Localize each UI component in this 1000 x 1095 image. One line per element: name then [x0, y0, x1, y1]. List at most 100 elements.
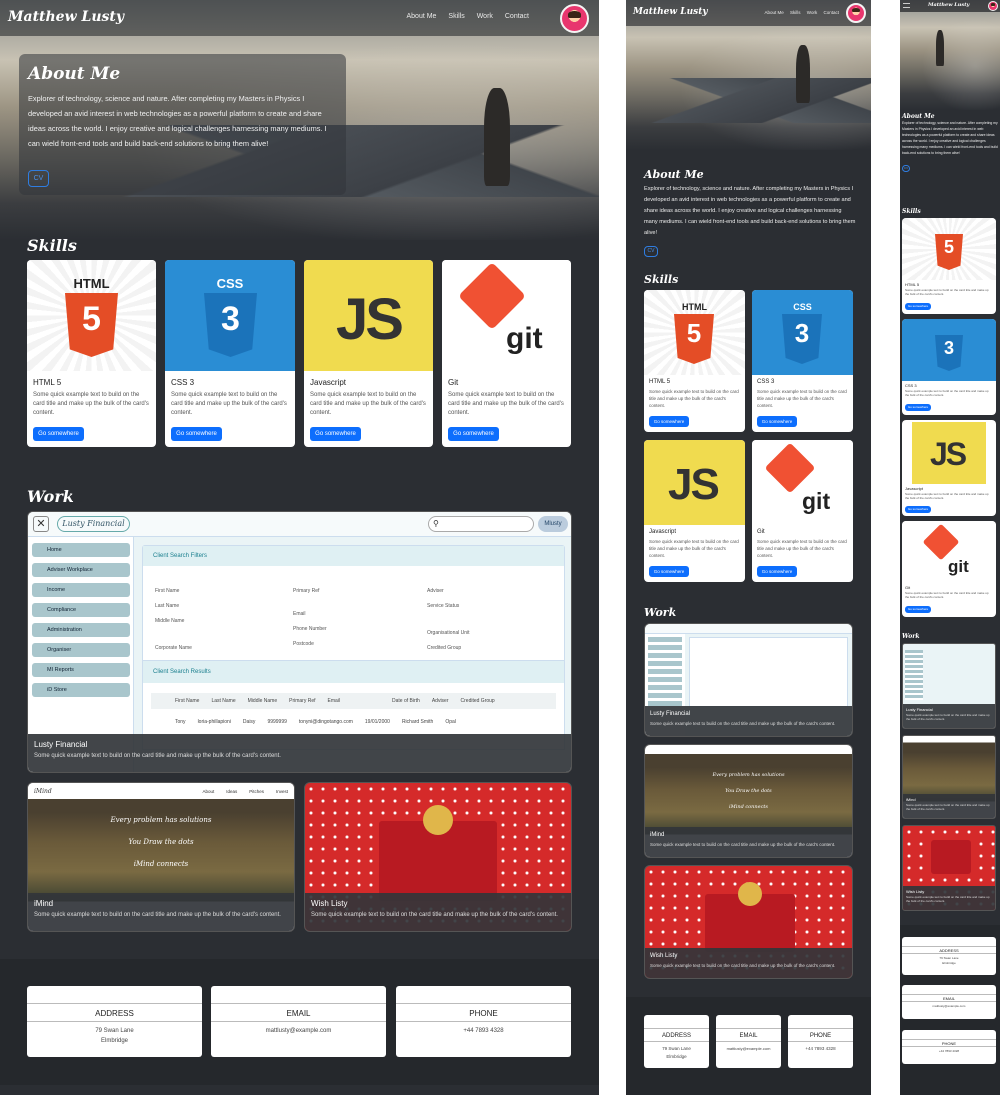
hero-image	[900, 0, 1000, 110]
work-card-text: Some quick example text to build on the …	[650, 721, 836, 726]
mobile-preview: Matthew Lusty About Me Explorer of techn…	[900, 0, 1000, 1095]
go-somewhere-button[interactable]: Go somewhere	[905, 404, 931, 411]
skill-card-text: Some quick example text to build on the …	[905, 591, 989, 599]
nav-about[interactable]: About Me	[406, 13, 436, 20]
lusty-topbar	[645, 624, 852, 634]
skill-card-title: HTML 5	[33, 378, 62, 387]
nav-contact[interactable]: Contact	[505, 13, 529, 20]
gift-bow-graphic	[738, 882, 762, 906]
contact-footer: ADDRESS 79 Swan Lane Elmbridge EMAIL mat…	[900, 925, 1000, 1095]
menu-item-mi-reports[interactable]: MI Reports	[32, 663, 130, 677]
work-card-title: iMind	[34, 899, 54, 908]
go-somewhere-button[interactable]: Go somewhere	[649, 566, 689, 577]
skill-card-text: Some quick example text to build on the …	[649, 539, 739, 558]
go-somewhere-button[interactable]: Go somewhere	[905, 303, 931, 310]
skill-card-text: Some quick example text to build on the …	[171, 392, 287, 416]
work-card-imind[interactable]: iMind Some quick example text to build o…	[902, 735, 996, 819]
go-somewhere-button[interactable]: Go somewhere	[905, 506, 931, 513]
skill-card-text: Some quick example text to build on the …	[905, 389, 989, 397]
menu-item-compliance[interactable]: Compliance	[32, 603, 130, 617]
menu-item-organiser[interactable]: Organiser	[32, 643, 130, 657]
brand-logo[interactable]: Matthew Lusty	[8, 9, 124, 25]
table-row[interactable]: Tony loria-phillapioni Daisy 9999999 tonyni@…	[151, 715, 556, 729]
brand-logo[interactable]: Matthew Lusty	[633, 7, 708, 17]
work-card-imind[interactable]: Every problem has solutions You Draw the …	[644, 744, 853, 858]
nav-about[interactable]: About Me	[764, 10, 783, 15]
contact-card-address: ADDRESS 79 Swan Lane Elmbridge	[902, 937, 996, 975]
cv-button[interactable]: CV	[28, 170, 49, 187]
about-title: About Me	[902, 113, 935, 120]
avatar[interactable]	[846, 3, 866, 23]
go-somewhere-button[interactable]: Go somewhere	[905, 606, 931, 613]
go-somewhere-button[interactable]: Go somewhere	[757, 416, 797, 427]
skill-card-text: Some quick example text to build on the …	[757, 539, 847, 558]
nav-skills[interactable]: Skills	[790, 10, 801, 15]
user-badge[interactable]: Mlusty	[538, 516, 568, 532]
avatar[interactable]	[988, 1, 998, 11]
contact-card-phone: PHONE +44 7893 4328	[902, 1030, 996, 1064]
go-somewhere-button[interactable]: Go somewhere	[757, 566, 797, 577]
menu-item-adviser[interactable]: Adviser Workplace	[32, 563, 130, 577]
menu-item-id-store[interactable]: iD Store	[32, 683, 130, 697]
work-card-title: Lusty Financial	[650, 711, 691, 717]
go-somewhere-button[interactable]: Go somewhere	[171, 427, 222, 441]
skill-card-text: Some quick example text to build on the …	[33, 392, 149, 416]
js-logo-icon: JS	[304, 260, 433, 371]
avatar[interactable]	[560, 4, 589, 33]
work-card-caption: Lusty Financial Some quick example text …	[28, 734, 571, 772]
work-card-caption: iMind Some quick example text to build o…	[28, 893, 294, 931]
search-input[interactable]: ⚲	[428, 516, 534, 532]
go-somewhere-button[interactable]: Go somewhere	[649, 416, 689, 427]
filter-labels-col1: First Name Last Name Middle Name Corporate…	[155, 588, 192, 651]
mountains-graphic	[626, 78, 871, 123]
work-title: Work	[644, 606, 677, 619]
contact-footer: ADDRESS 79 Swan Lane Elmbridge EMAIL mat…	[626, 997, 871, 1095]
filters-panel: Client Search Filters First Name Last Nam…	[142, 545, 565, 663]
skill-card-title: HTML 5	[905, 282, 920, 287]
git-logo-icon: git	[902, 521, 996, 583]
nav-work[interactable]: Work	[477, 13, 493, 20]
navbar: Matthew Lusty About Me Skills Work Conta…	[0, 0, 599, 36]
search-icon: ⚲	[433, 519, 439, 528]
work-title: Work	[27, 487, 74, 506]
work-card-wish-listy[interactable]: Wish Listy Some quick example text to bu…	[902, 825, 996, 911]
work-card-imind[interactable]: iMind About Ideas Pitches Invest Every prob…	[27, 782, 295, 932]
skill-card-html: HTML 5 HTML 5 Some quick example text to…	[27, 260, 156, 447]
imind-tagline: Every problem has solutions You Draw the …	[110, 816, 212, 868]
work-card-title: Lusty Financial	[34, 740, 88, 749]
skill-card-title: Javascript	[310, 378, 347, 387]
nav-contact[interactable]: Contact	[823, 10, 839, 15]
menu-item-administration[interactable]: Administration	[32, 623, 130, 637]
go-somewhere-button[interactable]: Go somewhere	[33, 427, 84, 441]
skill-card-title: Git	[757, 529, 765, 535]
go-somewhere-button[interactable]: Go somewhere	[310, 427, 361, 441]
js-logo-icon: JS	[644, 440, 745, 525]
nav-work[interactable]: Work	[807, 10, 817, 15]
cv-button[interactable]: CV	[644, 246, 658, 257]
go-somewhere-button[interactable]: Go somewhere	[448, 427, 499, 441]
contact-card-phone: PHONE +44 7893 4328	[396, 986, 571, 1057]
work-card-caption: Lusty Financial Some quick example text …	[645, 706, 852, 736]
close-icon[interactable]: ✕	[33, 516, 49, 532]
work-card-lusty-financial[interactable]: Lusty Financial Some quick example text …	[644, 623, 853, 737]
skill-card-css: CSS 3 CSS 3 Some quick example text to b…	[165, 260, 295, 447]
menu-item-income[interactable]: Income	[32, 583, 130, 597]
cv-button[interactable]: CV	[902, 165, 910, 172]
work-card-lusty-financial[interactable]: Lusty Financial Some quick example text …	[902, 643, 996, 729]
skill-card-git: git Git Some quick example text to build…	[902, 521, 996, 617]
skill-card-css: CSS 3 CSS 3 Some quick example text to b…	[752, 290, 853, 432]
html5-logo-icon: 5	[902, 218, 996, 280]
brand-logo[interactable]: Matthew Lusty	[928, 2, 969, 8]
skills-title: Skills	[644, 273, 679, 286]
work-card-wish-listy[interactable]: Wish Listy Some quick example text to bu…	[304, 782, 572, 932]
imind-navbar: iMind About Ideas Pitches Invest	[28, 783, 294, 799]
hamburger-icon[interactable]	[903, 3, 910, 8]
work-card-lusty-financial[interactable]: ✕ Lusty Financial ⚲ Mlusty Home Adviser …	[27, 511, 572, 773]
work-card-title: Lusty Financial	[906, 707, 933, 712]
menu-item-home[interactable]: Home	[32, 543, 130, 557]
nav-skills[interactable]: Skills	[448, 13, 464, 20]
work-card-title: Wish Listy	[906, 889, 925, 894]
work-card-wish-listy[interactable]: Wish Listy Some quick example text to bu…	[644, 865, 853, 979]
contact-footer: ADDRESS 79 Swan Lane Elmbridge EMAIL mat…	[0, 959, 599, 1085]
css3-logo-icon: CSS 3	[165, 260, 295, 371]
